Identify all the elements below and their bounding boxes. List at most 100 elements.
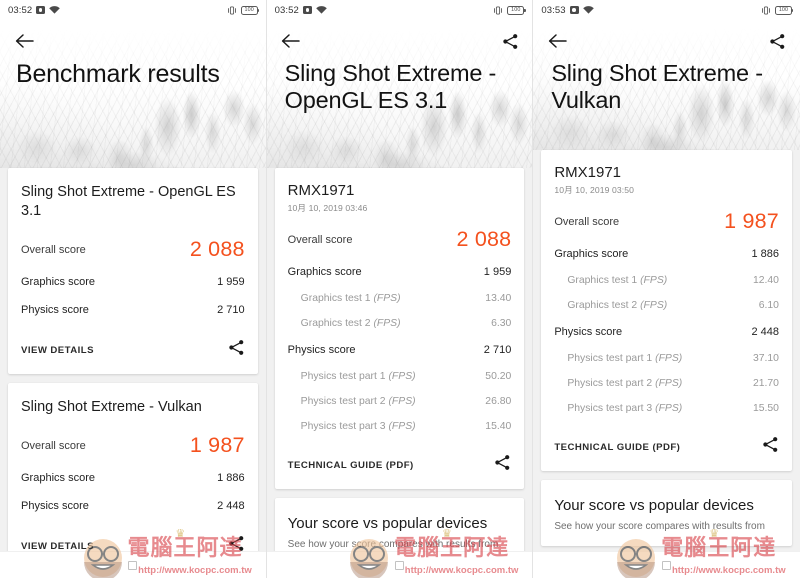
share-icon[interactable] <box>768 31 788 51</box>
score-row-physics: Physics score 2 448 <box>21 492 245 520</box>
status-time: 03:52 <box>274 4 299 16</box>
recents-square-icon[interactable] <box>128 560 138 570</box>
score-label: Graphics test 1 (FPS) <box>288 293 486 304</box>
result-detail-card: RMX1971 10月 10, 2019 03:46 Overall score… <box>274 168 525 489</box>
back-arrow-icon[interactable] <box>14 31 34 51</box>
phone-panel-benchmark-results: 03:52 100 Benchmark results Sling Shot E… <box>0 0 267 578</box>
score-label-text: Physics test part 3 <box>567 403 653 414</box>
score-rows: Overall score 1 987 Graphics score 1 886… <box>21 420 245 520</box>
status-bar-left: 03:52 <box>8 4 61 16</box>
battery-icon: 100 <box>240 5 260 15</box>
score-row-graphics: Graphics score 1 886 <box>21 464 245 492</box>
recents-square-icon[interactable] <box>394 560 404 570</box>
score-label: Graphics test 2 (FPS) <box>288 318 491 329</box>
score-label-text: Physics test part 2 <box>567 378 653 389</box>
screenshot-icon <box>36 6 46 14</box>
score-label: Graphics score <box>554 248 629 260</box>
status-time: 03:52 <box>8 4 33 16</box>
wifi-icon <box>582 6 594 14</box>
status-bar-left: 03:53 <box>541 4 594 16</box>
card-footer: VIEW DETAILS <box>21 326 245 374</box>
vibrate-icon <box>761 5 771 15</box>
screenshot-collage: 03:52 100 Benchmark results Sling Shot E… <box>0 0 800 578</box>
popular-devices-card[interactable]: Your score vs popular devices See how yo… <box>541 480 792 546</box>
score-unit: (FPS) <box>640 300 668 311</box>
score-label: Graphics test 2 (FPS) <box>554 300 758 311</box>
content-area: RMX1971 10月 10, 2019 03:46 Overall score… <box>267 168 533 564</box>
score-value: 21.70 <box>752 378 779 389</box>
hero-banner: Benchmark results <box>0 20 266 168</box>
score-row-physics: Physics score 2 448 <box>554 318 779 346</box>
hero-actions <box>0 20 266 58</box>
score-row-overall: Overall score 2 088 <box>21 230 245 268</box>
technical-guide-button[interactable]: TECHNICAL GUIDE (PDF) <box>554 442 680 453</box>
score-value: 15.50 <box>752 403 779 414</box>
card-title: Sling Shot Extreme - Vulkan <box>21 399 202 416</box>
screenshot-icon <box>302 6 312 14</box>
score-row-graphics: Graphics score 1 959 <box>21 268 245 296</box>
score-label: Physics test part 2 (FPS) <box>554 378 753 389</box>
section-subtitle: See how your score compares with results… <box>287 539 499 550</box>
score-label-text: Physics test part 2 <box>300 396 386 407</box>
recents-square-icon[interactable] <box>662 560 672 570</box>
status-time: 03:53 <box>541 4 566 16</box>
score-unit: (FPS) <box>388 421 416 432</box>
status-bar-right: 100 <box>227 5 260 15</box>
score-label: Physics score <box>287 344 356 356</box>
score-unit: (FPS) <box>655 403 683 414</box>
score-label: Graphics score <box>21 276 95 289</box>
navigation-bar <box>0 551 266 578</box>
score-value: 6.30 <box>491 318 512 329</box>
benchmark-card-opengl[interactable]: Sling Shot Extreme - OpenGL ES 3.1 Overa… <box>8 168 258 375</box>
hero-banner: Sling Shot Extreme - Vulkan <box>533 20 800 150</box>
status-bar-right: 100 <box>761 5 794 15</box>
score-row-graphics-test-1: Graphics test 1 (FPS) 12.40 <box>554 268 779 293</box>
score-row-graphics-test-2: Graphics test 2 (FPS) 6.10 <box>554 293 779 318</box>
status-bar: 03:52 100 <box>0 0 266 20</box>
hero-actions <box>267 20 533 58</box>
score-value: 1 987 <box>189 433 245 458</box>
battery-icon: 100 <box>507 5 526 15</box>
hero-actions <box>533 20 800 58</box>
score-row-overall: Overall score 2 088 <box>288 220 512 258</box>
wifi-icon <box>49 6 61 14</box>
score-label-text: Graphics test 1 <box>567 275 638 286</box>
score-label: Overall score <box>287 233 353 246</box>
share-icon[interactable] <box>762 436 779 458</box>
score-unit: (FPS) <box>640 275 668 286</box>
benchmark-card-vulkan[interactable]: Sling Shot Extreme - Vulkan Overall scor… <box>8 383 258 571</box>
score-label-text: Physics test part 3 <box>300 421 386 432</box>
score-value: 1 987 <box>724 209 779 233</box>
score-row-physics-part-1: Physics test part 1 (FPS) 50.20 <box>288 364 512 389</box>
score-value: 2 710 <box>217 304 245 317</box>
score-value: 50.20 <box>485 371 512 382</box>
navigation-bar <box>533 551 800 578</box>
score-unit: (FPS) <box>655 378 683 389</box>
score-value: 26.80 <box>485 396 512 407</box>
back-arrow-icon[interactable] <box>547 31 567 51</box>
share-icon[interactable] <box>500 31 520 51</box>
score-label: Graphics score <box>21 472 95 485</box>
score-unit: (FPS) <box>373 293 401 304</box>
phone-panel-opengl-detail: 03:52 100 Sling Shot Extreme - OpenGL ES… <box>266 0 534 578</box>
score-label: Physics test part 1 (FPS) <box>554 353 753 364</box>
technical-guide-button[interactable]: TECHNICAL GUIDE (PDF) <box>288 460 414 471</box>
result-detail-card: RMX1971 10月 10, 2019 03:50 Overall score… <box>541 150 792 471</box>
score-label-text: Graphics test 2 <box>567 300 638 311</box>
battery-icon: 100 <box>774 5 794 15</box>
score-row-overall: Overall score 1 987 <box>554 202 779 240</box>
score-rows: Overall score 1 987 Graphics score 1 886… <box>554 196 779 421</box>
back-arrow-icon[interactable] <box>281 31 301 51</box>
status-bar: 03:53 100 <box>533 0 800 20</box>
score-row-graphics-test-1: Graphics test 1 (FPS) 13.40 <box>288 286 512 311</box>
score-value: 2 448 <box>751 326 779 338</box>
share-icon[interactable] <box>228 339 245 361</box>
view-details-button[interactable]: VIEW DETAILS <box>21 345 94 356</box>
score-label-text: Physics test part 1 <box>567 353 653 364</box>
section-title: Your score vs popular devices <box>554 497 754 514</box>
score-label: Physics test part 3 (FPS) <box>554 403 753 414</box>
score-unit: (FPS) <box>388 396 416 407</box>
score-value: 15.40 <box>485 421 512 432</box>
status-bar-right: 100 <box>493 5 526 15</box>
share-icon[interactable] <box>494 454 511 476</box>
